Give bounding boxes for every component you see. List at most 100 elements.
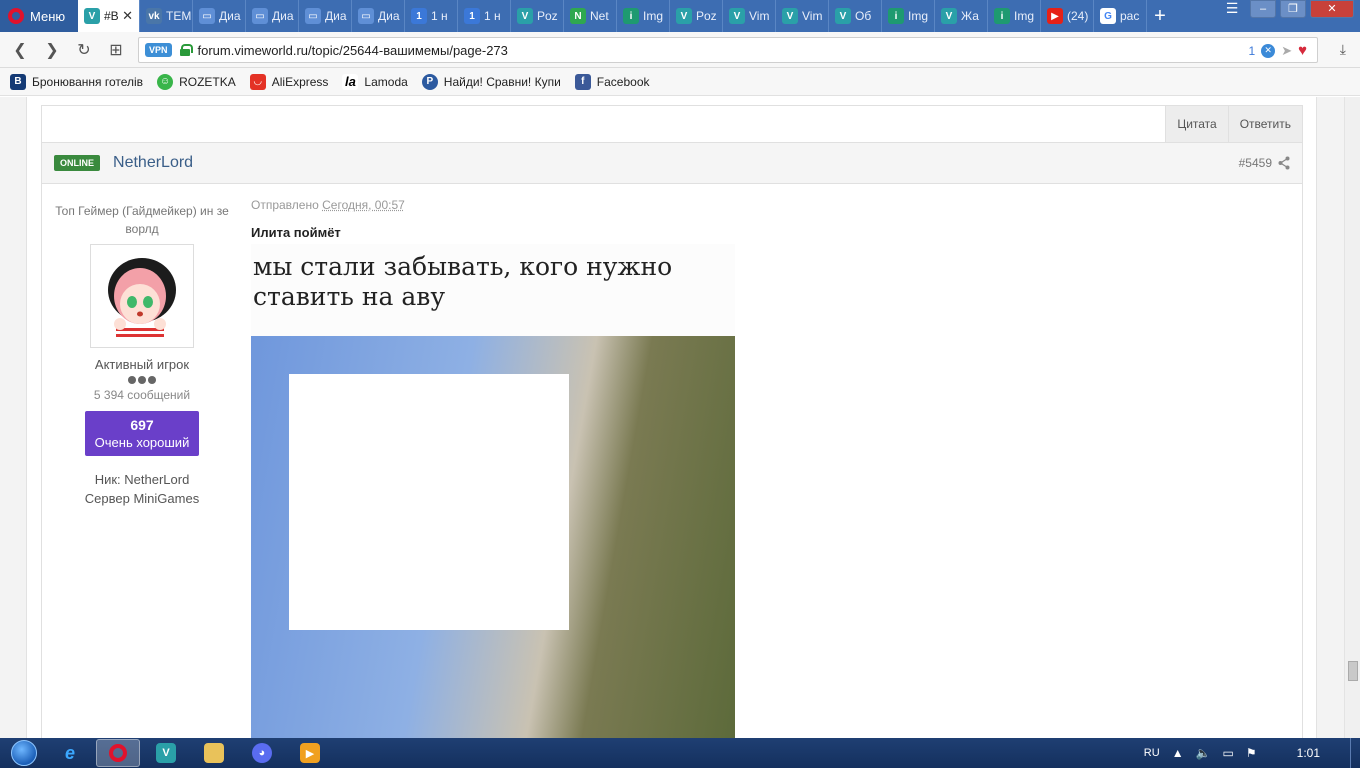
share-icon[interactable] — [1278, 156, 1290, 170]
browser-tab[interactable]: V Vim — [723, 0, 776, 32]
speed-dial-icon[interactable]: ⊞ — [100, 34, 132, 66]
media-player-icon: ▶ — [300, 743, 320, 763]
lock-icon[interactable] — [179, 44, 193, 56]
browser-tab-bar: Меню V #В ✕ vk ТЕМ ▭ Диа ▭ Диа ▭ Диа ▭ Диа 1 1 н11 нVP… — [0, 0, 1360, 32]
forward-icon[interactable]: ❯ — [36, 34, 68, 66]
post-number-link[interactable]: #5459 — [1239, 156, 1272, 170]
bookmark-label: ROZETKA — [179, 74, 236, 89]
author-name-link[interactable]: NetherLord — [113, 154, 193, 172]
browser-tab[interactable]: N Net — [564, 0, 617, 32]
rozetka-icon: ☺ — [157, 73, 174, 90]
browser-tab[interactable]: ▭ Диа — [246, 0, 299, 32]
heart-icon[interactable]: ♥ — [1298, 42, 1307, 59]
meme-image[interactable]: мы стали забывать, кого нужно ставить на… — [251, 244, 735, 738]
chat-icon: ▭ — [305, 8, 321, 24]
browser-tab[interactable]: i Img — [988, 0, 1041, 32]
start-button[interactable] — [0, 738, 48, 768]
browser-tab[interactable]: V Poz — [511, 0, 564, 32]
taskbar-ie[interactable]: e — [48, 739, 92, 767]
browser-tab[interactable]: vk ТЕМ — [140, 0, 193, 32]
new-tab-button[interactable]: + — [1147, 0, 1173, 32]
maximize-icon[interactable]: ❐ — [1280, 0, 1306, 18]
browser-tab[interactable]: ▶ (24) — [1041, 0, 1094, 32]
rank-pip — [138, 376, 146, 384]
meme-white-cover — [289, 374, 569, 630]
network-icon[interactable]: ▭ — [1223, 746, 1234, 760]
tab-label: Диа — [219, 9, 241, 23]
taskbar-explorer[interactable] — [192, 739, 236, 767]
tab-label: 1 н — [484, 9, 501, 23]
tab-label: Vim — [802, 9, 823, 23]
imgur-icon: i — [888, 8, 904, 24]
browser-tab[interactable]: 1 1 н — [458, 0, 511, 32]
browser-tab[interactable]: Gpac — [1094, 0, 1147, 32]
browser-tab[interactable]: ▭ Диа — [352, 0, 405, 32]
bookmark-label: Бронювання готелів — [32, 74, 144, 89]
adblock-icon[interactable]: ✕ — [1261, 43, 1276, 58]
vimeworld-icon: V — [729, 8, 745, 24]
meme-caption: мы стали забывать, кого нужно ставить на… — [251, 244, 735, 336]
tab-label: (24) — [1067, 9, 1089, 23]
scrollbar-thumb[interactable] — [1348, 661, 1358, 681]
url-text[interactable]: forum.vimeworld.ru/topic/25644-вашимемы/… — [198, 43, 508, 58]
opera-menu-button[interactable]: Меню — [0, 0, 78, 32]
clock[interactable]: 1:01 — [1297, 746, 1320, 760]
post-count: 5 394 сообщений — [93, 388, 191, 402]
send-icon[interactable]: ➤ — [1281, 43, 1292, 59]
page-scrollbar[interactable] — [1344, 97, 1360, 738]
browser-tab[interactable]: V Жа — [935, 0, 988, 32]
discord-icon: ◕ — [252, 743, 272, 763]
bookmark-label: Lamoda — [364, 74, 408, 89]
bookmark-item[interactable]: ◡ AliExpress — [249, 73, 329, 90]
taskbar-vimeworld[interactable]: V — [144, 739, 188, 767]
close-window-icon[interactable]: ✕ — [1310, 0, 1354, 18]
browser-tab[interactable]: 1 1 н — [405, 0, 458, 32]
rank-pip — [128, 376, 136, 384]
bookmark-item[interactable]: B Бронювання готелів — [10, 73, 144, 90]
bookmark-label: AliExpress — [271, 74, 329, 89]
volume-icon[interactable]: 🔈 — [1196, 746, 1211, 760]
browser-tab[interactable]: V Poz — [670, 0, 723, 32]
bookmark-item[interactable]: P Найди! Сравни! Купи — [421, 73, 561, 90]
quote-button[interactable]: Цитата — [1165, 106, 1228, 142]
reload-icon[interactable]: ↻ — [68, 34, 100, 66]
language-indicator[interactable]: RU — [1144, 747, 1160, 759]
browser-tab[interactable]: V Об — [829, 0, 882, 32]
netherlord-icon: N — [570, 8, 586, 24]
taskbar-opera[interactable] — [96, 739, 140, 767]
browser-tab[interactable]: V #В ✕ — [78, 0, 140, 32]
tab-menu-icon[interactable]: ☰ — [1218, 0, 1246, 17]
rank-pips — [42, 376, 242, 384]
tab-label: Диа — [325, 9, 347, 23]
bookmark-item[interactable]: ☺ ROZETKA — [157, 73, 236, 90]
author-info-panel: Топ Геймер (Гайдмейкер) ин зе ворлд Акти… — [42, 184, 242, 506]
taskbar-media-player[interactable]: ▶ — [288, 739, 332, 767]
browser-tab[interactable]: i Img — [617, 0, 670, 32]
minimize-icon[interactable]: – — [1250, 0, 1276, 18]
close-tab-icon[interactable]: ✕ — [122, 8, 133, 24]
browser-tab[interactable]: ▭ Диа — [299, 0, 352, 32]
browser-tab[interactable]: i Img — [882, 0, 935, 32]
download-icon[interactable]: ⤓ — [1340, 41, 1346, 58]
previous-post-actions: Цитата Ответить — [42, 106, 1302, 142]
youtube-icon: ▶ — [1047, 8, 1063, 24]
user-group: Активный игрок — [94, 357, 190, 372]
browser-tab[interactable]: V Vim — [776, 0, 829, 32]
vpn-badge[interactable]: VPN — [145, 43, 172, 57]
bookmark-item[interactable]: la Lamoda — [342, 73, 408, 90]
taskbar-discord[interactable]: ◕ — [240, 739, 284, 767]
chat-icon: ▭ — [199, 8, 215, 24]
reply-button[interactable]: Ответить — [1227, 106, 1302, 142]
browser-tab[interactable]: ▭ Диа — [193, 0, 246, 32]
avatar[interactable] — [90, 244, 194, 348]
vimeworld-icon: V — [517, 8, 533, 24]
show-desktop-button[interactable] — [1350, 738, 1360, 768]
bookmark-item[interactable]: f Facebook — [574, 73, 650, 90]
tray-expand-icon[interactable]: ▲ — [1172, 746, 1184, 760]
bookmarks-bar: B Бронювання готелів ☺ ROZETKA ◡ AliExpress la… — [0, 68, 1360, 96]
google-icon: G — [1100, 8, 1116, 24]
reputation-badge[interactable]: 697 Очень хороший — [85, 411, 199, 456]
url-field[interactable]: VPN forum.vimeworld.ru/topic/25644-вашим… — [138, 37, 1318, 63]
action-center-flag-icon[interactable]: ⚑ — [1246, 746, 1257, 760]
back-icon[interactable]: ❮ — [4, 34, 36, 66]
